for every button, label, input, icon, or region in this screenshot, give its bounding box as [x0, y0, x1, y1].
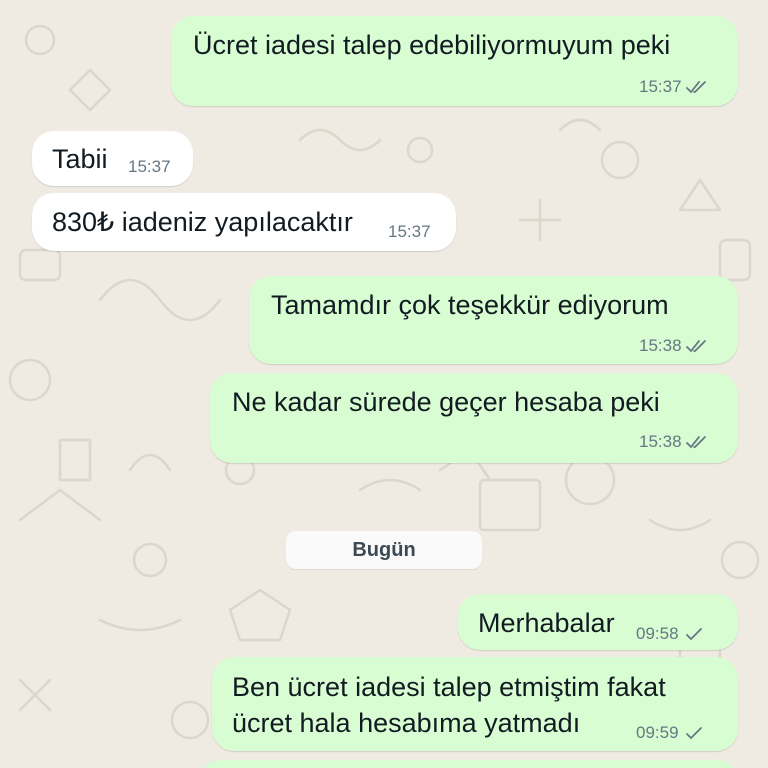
date-separator: Bugün: [286, 531, 482, 569]
message-meta: 15:37: [639, 77, 708, 97]
message-text-line-2: ücret hala hesabıma yatmadı: [232, 708, 581, 738]
message-text: Tamamdır çok teşekkür ediyorum: [271, 290, 669, 320]
message-text-line-1: Ben ücret iadesi talep etmiştim fakat: [232, 672, 666, 702]
message-text: Ne kadar sürede geçer hesaba peki: [232, 387, 660, 417]
message-bubble-outgoing[interactable]: Ne kadar sürede geçer hesaba peki 15:38: [210, 373, 738, 463]
message-time: 09:59: [636, 723, 679, 742]
message-bubble-incoming[interactable]: Tabii 15:37: [32, 131, 193, 186]
check-icon: [685, 727, 702, 740]
message-bubble-outgoing[interactable]: Ben ücret iadesi talep etmiştim fakat üc…: [212, 657, 738, 751]
double-check-icon: [685, 340, 706, 353]
message-text: 830₺ iadeniz yapılacaktır: [52, 207, 353, 237]
double-check-icon: [685, 436, 706, 449]
message-meta: 15:38: [639, 432, 708, 452]
message-bubble-outgoing[interactable]: Merhabalar 09:58: [458, 594, 738, 650]
check-icon: [685, 628, 702, 641]
message-bubble-outgoing-partial[interactable]: [200, 760, 738, 768]
message-time: 15:37: [639, 77, 682, 96]
message-bubble-outgoing[interactable]: Tamamdır çok teşekkür ediyorum 15:38: [249, 276, 738, 364]
message-time: 15:37: [128, 157, 171, 176]
message-time: 15:37: [388, 222, 431, 241]
message-time: 15:38: [639, 432, 682, 451]
message-bubble-incoming[interactable]: 830₺ iadeniz yapılacaktır 15:37: [32, 193, 456, 251]
message-text: Tabii: [52, 144, 108, 174]
message-time: 09:58: [636, 624, 679, 643]
message-time: 15:38: [639, 336, 682, 355]
double-check-icon: [685, 81, 706, 94]
message-meta: 09:58: [636, 624, 705, 644]
message-bubble-outgoing[interactable]: Ücret iadesi talep edebiliyormuyum peki …: [171, 16, 738, 106]
message-text: Ücret iadesi talep edebiliyormuyum peki: [193, 30, 671, 60]
message-text: Merhabalar: [478, 608, 615, 638]
message-meta: 15:38: [639, 336, 708, 356]
message-meta: 09:59: [636, 723, 705, 743]
